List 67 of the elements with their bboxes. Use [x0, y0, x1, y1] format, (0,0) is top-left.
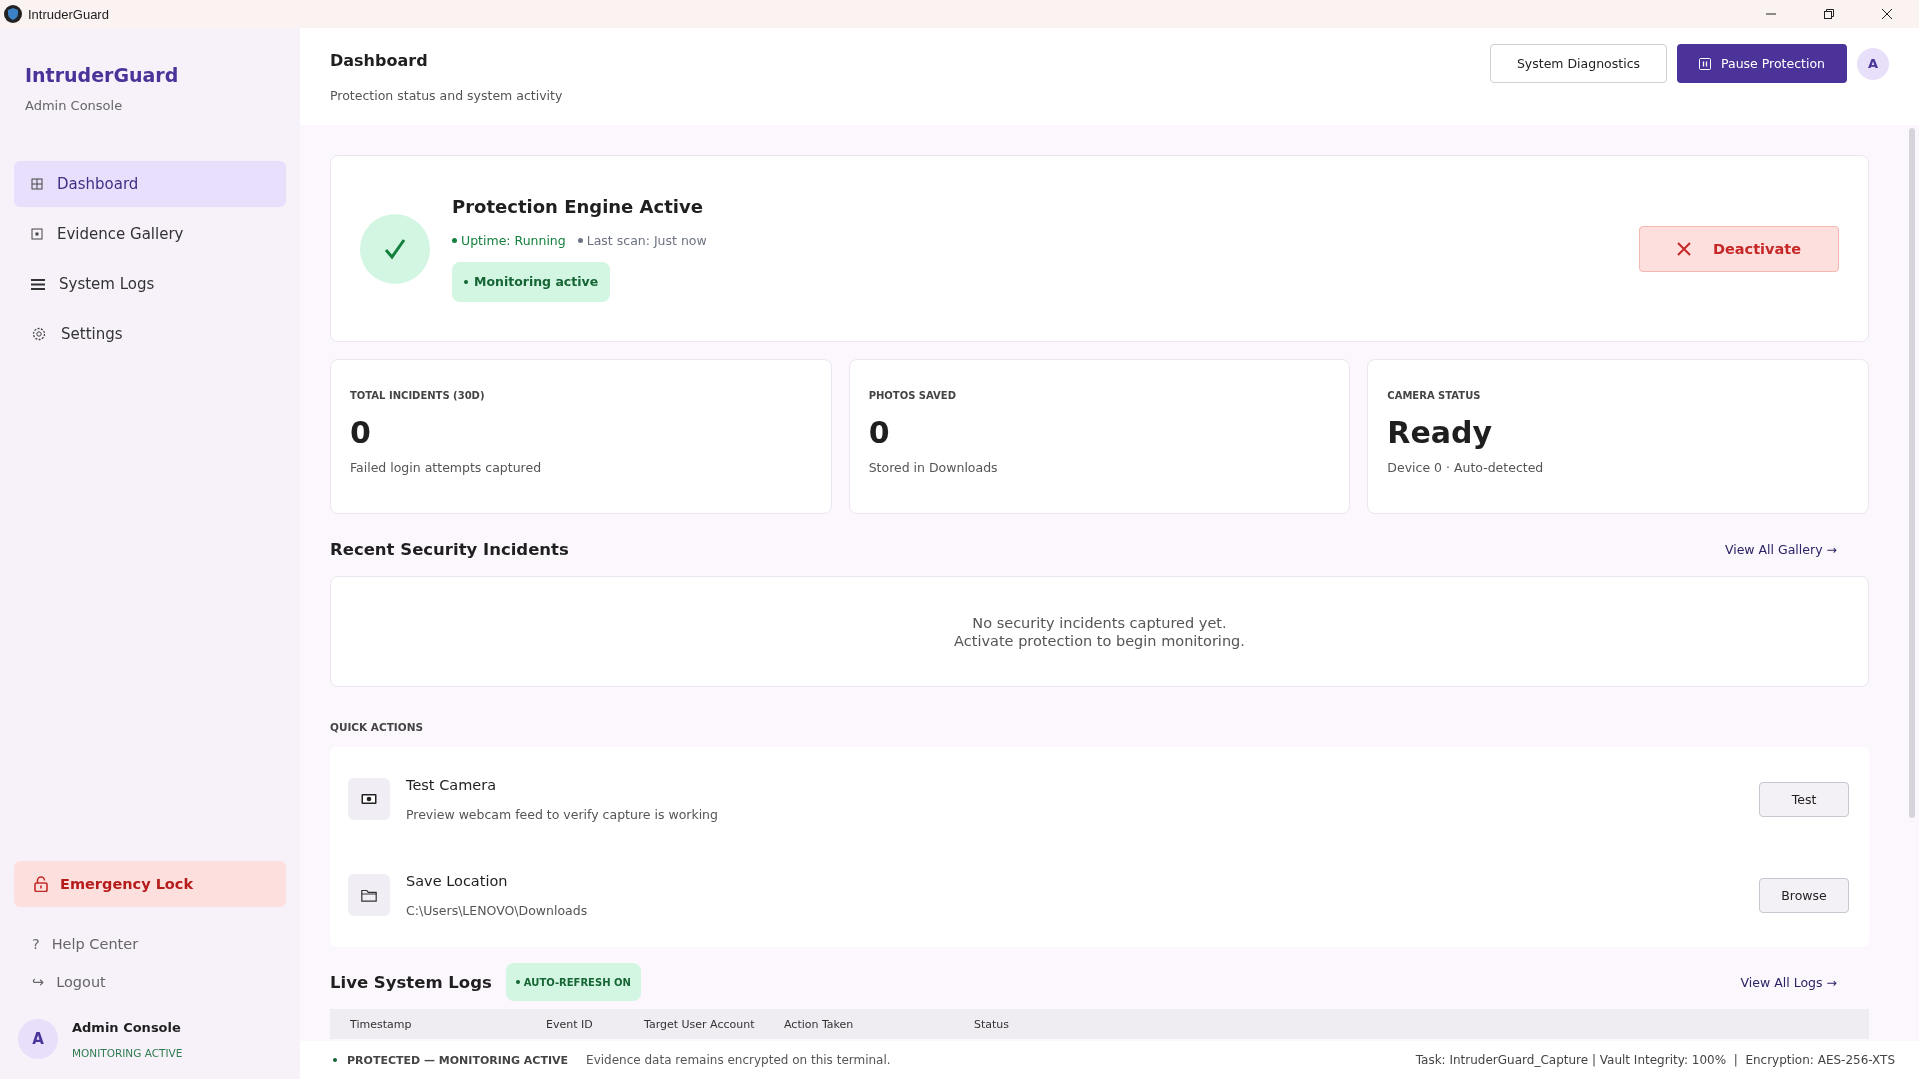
camera-icon: [348, 778, 390, 820]
gear-icon: [31, 326, 47, 342]
square-icon: [31, 228, 43, 240]
brand-name: IntruderGuard: [24, 64, 180, 86]
brand-subtitle: Admin Console: [24, 98, 124, 113]
stat-label: PHOTOS SAVED: [868, 390, 957, 401]
empty-message: Activate protection to begin monitoring.: [954, 632, 1245, 649]
protection-title: Protection Engine Active: [452, 195, 704, 217]
nav-item[interactable]: System Logs: [14, 261, 286, 307]
deactivate-button[interactable]: Deactivate: [1639, 225, 1839, 272]
nav-item[interactable]: Evidence Gallery: [14, 211, 286, 257]
protection-state: PROTECTED — MONITORING ACTIVE: [347, 1053, 569, 1067]
action-description: Preview webcam feed to verify capture is working: [406, 806, 719, 822]
nav-item[interactable]: Dashboard: [14, 161, 286, 207]
status-text: Uptime: Running: [461, 232, 566, 248]
stat-value: 0: [868, 415, 891, 450]
user-status: MONITORING ACTIVE: [72, 1046, 183, 1059]
section-label: QUICK ACTIONS: [330, 721, 425, 733]
pause-protection-button[interactable]: Pause Protection: [1677, 44, 1847, 83]
view-all-logs-link[interactable]: View All Logs →: [1740, 974, 1837, 990]
status-text: Last scan: Just now: [586, 232, 707, 248]
action-button[interactable]: Test: [1759, 781, 1849, 817]
action-title: Save Location: [406, 872, 509, 889]
lock-icon: [34, 876, 48, 892]
user-name: Admin Console: [72, 1019, 182, 1035]
action-button[interactable]: Browse: [1759, 877, 1849, 913]
column-header: Timestamp: [350, 1017, 413, 1031]
stat-label: CAMERA STATUS: [1387, 390, 1482, 401]
emergency-lock-button[interactable]: Emergency Lock: [14, 861, 286, 907]
scrollbar[interactable]: [1909, 128, 1915, 818]
system-diagnostics-button[interactable]: System Diagnostics: [1489, 44, 1667, 83]
column-header: Event ID: [546, 1017, 594, 1031]
empty-message: No security incidents captured yet.: [972, 614, 1227, 631]
stat-value: 0: [350, 415, 372, 450]
close-icon[interactable]: [1881, 8, 1893, 20]
folder-icon: [348, 874, 390, 916]
column-header: Status: [974, 1017, 1010, 1031]
grid-icon: [31, 178, 43, 190]
pause-icon: [1699, 57, 1711, 70]
column-header: Target User Account: [644, 1017, 756, 1031]
close-icon: [1676, 241, 1691, 256]
view-all-gallery-link[interactable]: View All Gallery →: [1724, 542, 1837, 557]
section-title: Recent Security Incidents: [330, 540, 569, 559]
user-avatar[interactable]: A: [1857, 47, 1889, 80]
user-avatar: A: [18, 1019, 58, 1059]
action-description: C:\Users\LENOVO\Downloads: [406, 902, 589, 918]
page-subtitle: Protection status and system activity: [330, 87, 563, 103]
stat-note: Failed login attempts captured: [350, 460, 543, 475]
shield-icon: [4, 5, 22, 23]
page-title: Dashboard: [330, 50, 429, 70]
stat-label: TOTAL INCIDENTS (30D): [350, 390, 486, 401]
action-title: Test Camera: [406, 776, 498, 793]
window-title: IntruderGuard: [28, 6, 109, 22]
column-header: Action Taken: [784, 1017, 855, 1031]
auto-refresh-badge: AUTO-REFRESH ON: [505, 963, 641, 1001]
section-title: Live System Logs: [330, 972, 492, 992]
stat-note: Stored in Downloads: [868, 460, 999, 475]
sidebar-link[interactable]: ? Help Center: [14, 925, 286, 963]
list-icon: [31, 277, 45, 291]
sidebar-link[interactable]: ↪ Logout: [14, 963, 286, 1001]
monitoring-badge: Monitoring active: [452, 261, 611, 302]
status-info: Task: IntruderGuard_Capture | Vault Integrity: 100% | Encryption: AES-256-XTS: [1415, 1053, 1895, 1067]
stat-value: Ready: [1387, 415, 1494, 450]
status-message: Evidence data remains encrypted on this terminal.: [586, 1053, 891, 1067]
nav-item[interactable]: Settings: [14, 311, 286, 357]
stat-note: Device 0 · Auto-detected: [1387, 460, 1545, 475]
restore-icon[interactable]: [1823, 8, 1835, 20]
